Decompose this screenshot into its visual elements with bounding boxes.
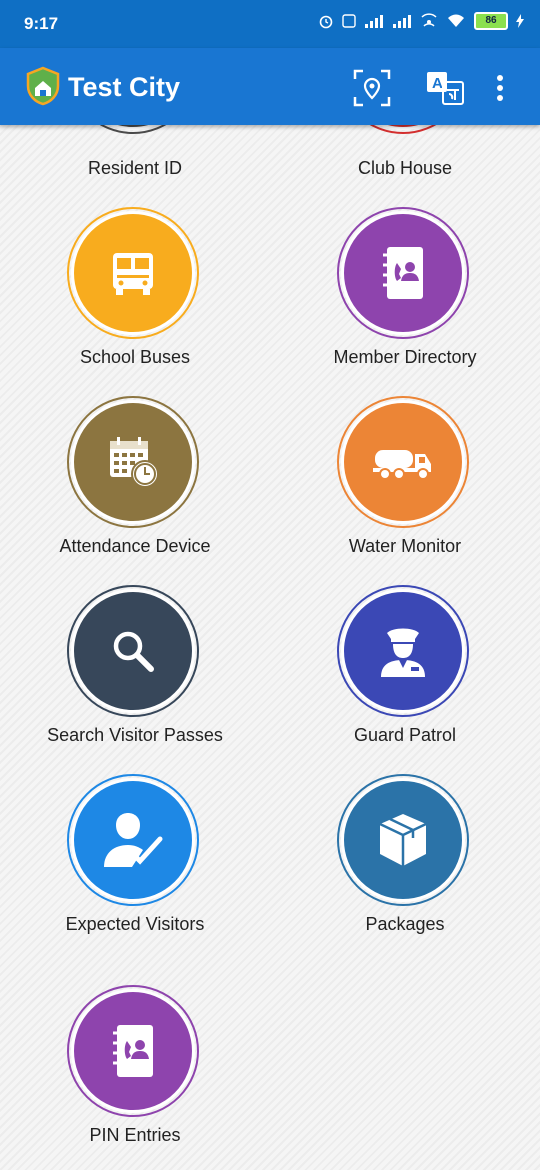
visitor-check-icon (71, 778, 195, 902)
hotspot-icon (421, 13, 437, 27)
svg-text:A: A (432, 75, 443, 92)
tile-packages[interactable]: Packages (270, 772, 540, 942)
tile-label: School Buses (79, 347, 191, 367)
more-options-icon[interactable] (490, 68, 510, 108)
tile-label: Attendance Device (59, 536, 211, 556)
tile-resident-id[interactable]: Resident ID (0, 125, 270, 185)
tile-label: Member Directory (333, 347, 477, 367)
charging-icon (516, 14, 524, 28)
id-card-icon (71, 125, 195, 130)
tile-label: PIN Entries (89, 1125, 181, 1145)
tile-pin-entries[interactable]: PIN Entries (0, 983, 270, 1153)
calendar-clock-icon (71, 400, 195, 524)
tile-label: Club House (357, 158, 453, 178)
wifi-icon (448, 14, 464, 27)
tile-label: Packages (365, 914, 445, 934)
school-bus-icon (71, 211, 195, 335)
translate-icon[interactable]: A (425, 68, 465, 108)
tile-expected-visitors[interactable]: Expected Visitors (0, 772, 270, 942)
feature-grid: Resident ID Club House School Buses Memb… (0, 125, 540, 1170)
tile-attendance-device[interactable]: Attendance Device (0, 394, 270, 564)
package-icon (341, 778, 465, 902)
search-icon (71, 589, 195, 713)
tile-label: Search Visitor Passes (47, 725, 223, 745)
tile-guard-patrol[interactable]: Guard Patrol (270, 583, 540, 753)
tile-club-house[interactable]: Club House (270, 125, 540, 185)
contact-book-icon (341, 211, 465, 335)
water-tanker-icon (341, 400, 465, 524)
tile-water-monitor[interactable]: Water Monitor (270, 394, 540, 564)
tile-label: Expected Visitors (65, 914, 205, 934)
guard-icon (341, 589, 465, 713)
volte-icon (342, 14, 356, 28)
status-bar: 9:17 86 (0, 0, 540, 48)
app-bar: Test City A (0, 48, 540, 125)
signal-icon-2 (393, 15, 411, 28)
battery-icon: 86 (474, 12, 508, 30)
tile-label: Water Monitor (348, 536, 462, 556)
status-icons: 86 (318, 12, 524, 30)
contact-book-icon (71, 989, 195, 1113)
tile-label: Resident ID (87, 158, 183, 178)
tile-member-directory[interactable]: Member Directory (270, 205, 540, 375)
club-house-icon (341, 125, 465, 130)
app-logo (26, 66, 60, 106)
status-time: 9:17 (24, 14, 59, 33)
app-title: Test City (68, 72, 181, 102)
tile-label: Guard Patrol (353, 725, 457, 745)
location-scan-icon[interactable] (352, 68, 392, 108)
tile-search-visitor-passes[interactable]: Search Visitor Passes (0, 583, 270, 753)
tile-school-buses[interactable]: School Buses (0, 205, 270, 375)
signal-icon (365, 15, 383, 28)
alarm-icon (319, 15, 333, 29)
